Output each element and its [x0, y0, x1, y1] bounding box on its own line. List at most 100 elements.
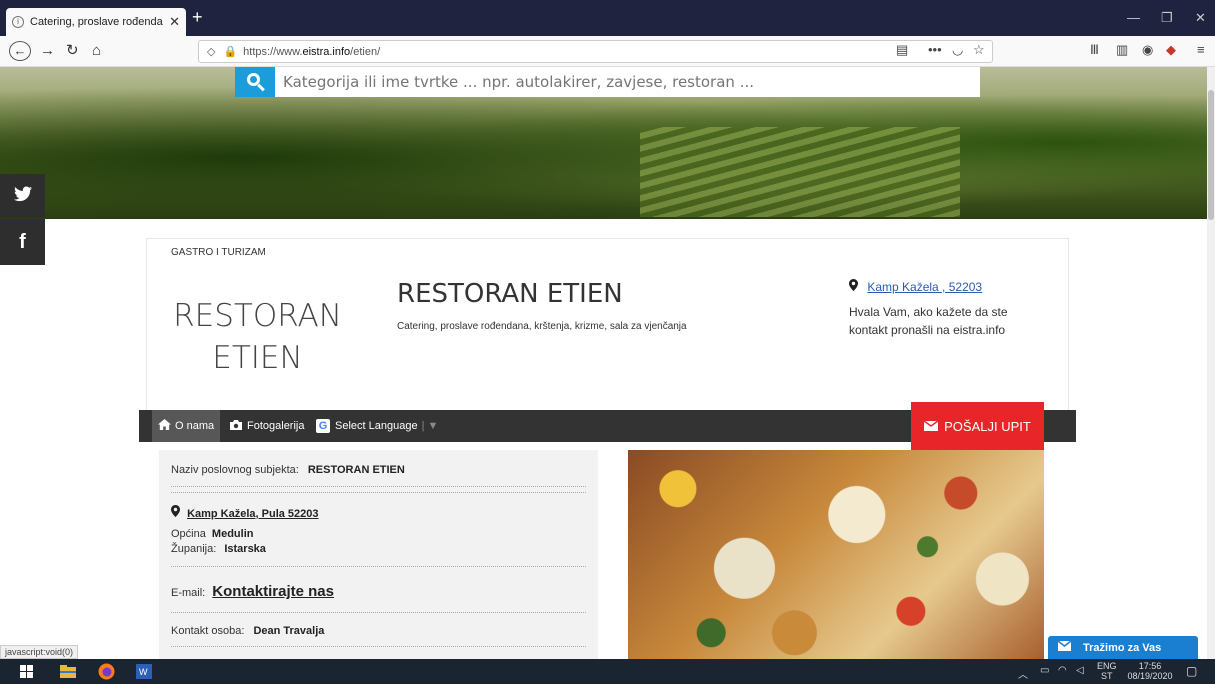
windows-taskbar: W ︿ ▭ ◠ ◁ ENG ST 17:56 08/19/2020 ▢ — [0, 659, 1215, 684]
divider — [171, 566, 586, 567]
home-icon — [158, 419, 171, 433]
business-name: RESTORAN ETIEN — [397, 279, 623, 309]
account-icon[interactable]: ◉ — [1142, 42, 1153, 58]
logo-line-1: RESTORAN — [173, 298, 342, 334]
search-button[interactable] — [235, 67, 275, 97]
envelope-icon — [923, 419, 939, 434]
browser-tab[interactable]: i Catering, proslave rođendana, k ✕ — [6, 8, 186, 36]
browser-tab-bar: i Catering, proslave rođendana, k ✕ + — … — [0, 0, 1215, 36]
county-value: Istarska — [224, 543, 266, 555]
restore-icon[interactable]: ❐ — [1161, 10, 1173, 26]
lang-layout: ST — [1101, 671, 1113, 681]
shield-icon: ◇ — [207, 46, 216, 58]
tab-fotogalerija[interactable]: Fotogalerija — [230, 410, 304, 442]
send-inquiry-button[interactable]: POŠALJI UPIT — [911, 402, 1044, 450]
twitter-icon — [13, 186, 32, 207]
reload-icon[interactable]: ↻ — [66, 42, 79, 60]
vineyard-rows — [640, 127, 960, 217]
facebook-button[interactable]: f — [0, 219, 45, 265]
lang-code: ENG — [1097, 661, 1117, 671]
email-contact-link[interactable]: Kontaktirajte nas — [212, 583, 334, 600]
divider — [171, 646, 586, 647]
svg-text:W: W — [139, 667, 148, 677]
new-tab-button[interactable]: + — [192, 8, 203, 26]
pocket-icon[interactable]: ◡ — [952, 42, 963, 58]
firefox-icon[interactable] — [98, 663, 115, 680]
scrollbar-thumb[interactable] — [1208, 90, 1214, 220]
tab-o-nama[interactable]: O nama — [152, 410, 220, 442]
contact-row: Kontakt osoba: Dean Travalja — [171, 625, 324, 637]
extension-icon[interactable]: ◆ — [1166, 42, 1176, 58]
subject-label: Naziv poslovnog subjekta: — [171, 464, 299, 476]
map-marker-icon — [849, 279, 861, 294]
notification-icon[interactable]: ▢ — [1186, 664, 1197, 678]
language-select-label: Select Language — [335, 420, 418, 432]
subject-value: RESTORAN ETIEN — [307, 464, 405, 476]
chevron-up-icon[interactable]: ︿ — [1018, 666, 1028, 681]
clock[interactable]: 17:56 08/19/2020 — [1124, 661, 1176, 681]
page-viewport: f GASTRO I TURIZAM RESTORAN ETIEN RESTOR… — [0, 67, 1207, 659]
info-icon: i — [12, 16, 24, 28]
language-select[interactable]: G Select Language | ▼ — [316, 410, 438, 442]
chat-label: Tražimo za Vas — [1083, 641, 1162, 654]
wifi-icon[interactable]: ◠ — [1058, 665, 1067, 676]
page-actions-icon[interactable]: ••• — [928, 42, 942, 57]
close-window-icon[interactable]: ✕ — [1195, 10, 1206, 26]
windows-start-icon[interactable] — [20, 665, 33, 682]
speaker-icon[interactable]: ◁ — [1076, 665, 1084, 676]
library-icon[interactable]: Ⅲ — [1090, 42, 1099, 58]
contact-value: Dean Travalja — [253, 625, 325, 637]
municipality-row: Općina Medulin — [171, 528, 253, 540]
chat-button[interactable]: Tražimo za Vas — [1048, 636, 1198, 659]
tab-o-nama-label: O nama — [175, 420, 215, 432]
thanks-note: Hvala Vam, ako kažete da ste kontakt pro… — [849, 305, 1008, 337]
chevron-down-icon: | ▼ — [421, 420, 439, 432]
send-inquiry-label: POŠALJI UPIT — [944, 418, 1031, 434]
envelope-icon — [1057, 640, 1072, 654]
business-logo-text: RESTORAN ETIEN — [160, 295, 355, 379]
address-header: Kamp Kažela , 52203 — [849, 279, 982, 294]
county-row: Županija: Istarska — [171, 543, 266, 555]
back-arrow-icon[interactable]: ← — [9, 41, 31, 61]
clock-time: 17:56 — [1138, 661, 1162, 671]
divider — [171, 612, 586, 613]
municipality-value: Medulin — [211, 528, 254, 540]
menu-hamburger-icon[interactable]: ≡ — [1197, 42, 1205, 57]
browser-status-bar: javascript:void(0) — [0, 645, 79, 659]
sidebar-icon[interactable]: ▥ — [1116, 42, 1128, 58]
tab-title: Catering, proslave rođendana, k — [30, 16, 163, 28]
subject-row: Naziv poslovnog subjekta: RESTORAN ETIEN — [171, 464, 405, 476]
forward-arrow-icon[interactable]: → — [40, 42, 55, 60]
food-photo — [628, 450, 1044, 659]
google-translate-icon: G — [316, 419, 330, 433]
search-input[interactable] — [275, 67, 980, 97]
facebook-icon: f — [19, 230, 26, 253]
lock-icon: 🔒 — [223, 46, 238, 58]
address-link[interactable]: Kamp Kažela , 52203 — [867, 280, 982, 294]
business-description: Catering, proslave rođendana, krštenja, … — [397, 321, 687, 332]
email-row: E-mail: Kontaktirajte nas — [171, 583, 334, 600]
word-icon[interactable]: W — [136, 664, 152, 681]
address-full-link[interactable]: Kamp Kažela, Pula 52203 — [187, 508, 318, 520]
logo-line-2: ETIEN — [212, 340, 303, 376]
home-icon[interactable]: ⌂ — [92, 42, 101, 60]
site-search-bar — [235, 67, 980, 97]
address-bar[interactable]: ◇ 🔒 https://www.eistra.info/etien/ — [198, 40, 993, 63]
browser-toolbar: ← → ↻ ⌂ ◇ 🔒 https://www.eistra.info/etie… — [0, 36, 1215, 67]
email-label: E-mail: — [171, 587, 206, 599]
twitter-button[interactable] — [0, 174, 45, 218]
language-indicator[interactable]: ENG ST — [1097, 661, 1117, 681]
divider — [171, 486, 586, 487]
search-icon — [245, 72, 265, 92]
map-marker-icon — [171, 505, 183, 520]
camera-icon — [230, 419, 242, 433]
file-explorer-icon[interactable] — [60, 665, 76, 682]
contact-label: Kontakt osoba: — [171, 625, 245, 637]
minimize-icon[interactable]: — — [1127, 10, 1140, 25]
url-text: https://www.eistra.info/etien/ — [243, 45, 381, 58]
bookmark-star-icon[interactable]: ☆ — [973, 42, 985, 58]
close-tab-icon[interactable]: ✕ — [169, 14, 180, 30]
battery-icon[interactable]: ▭ — [1040, 665, 1049, 676]
reader-view-icon[interactable]: ▤ — [896, 42, 908, 58]
county-label: Županija: — [171, 543, 217, 555]
